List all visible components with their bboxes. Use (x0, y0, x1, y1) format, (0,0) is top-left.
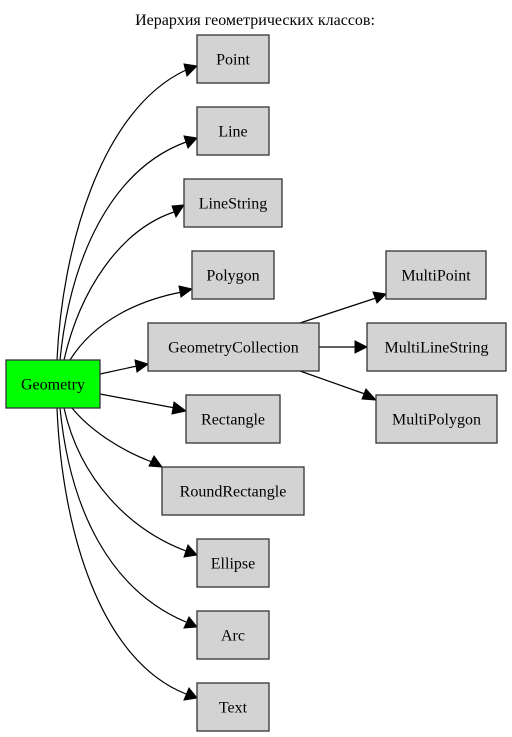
node-label: Text (219, 700, 248, 717)
node-label: Polygon (206, 268, 259, 285)
edges-layer (56, 63, 388, 701)
node-multilinestring[interactable]: MultiLineString (366, 322, 507, 372)
arrowhead-point (183, 63, 199, 77)
node-ellipse[interactable]: Ellipse (196, 538, 270, 588)
node-label: MultiPolygon (392, 412, 481, 429)
nodes-layer: Geometry Point Line LineString Polygon Geomet… (5, 34, 507, 732)
node-linestring[interactable]: LineString (183, 178, 283, 228)
node-label: Rectangle (201, 412, 265, 429)
node-geometry[interactable]: Geometry (5, 359, 101, 409)
arrowhead-multilinestring (354, 340, 369, 354)
node-label: RoundRectangle (180, 484, 287, 501)
node-label: Line (218, 124, 247, 141)
node-label: Geometry (21, 377, 85, 394)
node-rectangle[interactable]: Rectangle (185, 394, 281, 444)
node-geometrycollection[interactable]: GeometryCollection (147, 322, 320, 372)
node-label: Point (216, 52, 250, 69)
node-label: MultiLineString (385, 340, 489, 357)
node-arc[interactable]: Arc (196, 610, 270, 660)
node-point[interactable]: Point (196, 34, 270, 84)
node-roundrectangle[interactable]: RoundRectangle (161, 466, 305, 516)
node-multipolygon[interactable]: MultiPolygon (375, 394, 498, 444)
arrowhead-geometrycollection (134, 359, 150, 373)
node-label: Ellipse (211, 556, 255, 573)
node-label: Arc (221, 628, 245, 645)
edge-geometrycollection-to-multipolygon (299, 370, 366, 395)
node-label: MultiPoint (401, 268, 471, 285)
class-hierarchy-diagram: Иерархия геометрических классов: Geometr… (5, 12, 507, 732)
node-label: LineString (199, 196, 267, 213)
arrowhead-polygon (178, 285, 194, 298)
edge-geometry-to-roundrectangle (71, 407, 153, 463)
arrowhead-linestring (171, 204, 185, 219)
node-multipoint[interactable]: MultiPoint (385, 250, 487, 300)
arrowhead-multipolygon (361, 388, 378, 401)
edge-geometry-to-text (56, 407, 187, 695)
diagram-title: Иерархия геометрических классов: (135, 12, 375, 29)
arrowhead-rectangle (171, 401, 188, 415)
arrowhead-line (183, 135, 198, 149)
edge-geometrycollection-to-multipoint (299, 297, 377, 324)
node-text[interactable]: Text (196, 682, 270, 732)
node-line[interactable]: Line (196, 106, 270, 156)
arrowhead-arc (183, 616, 198, 629)
node-label: GeometryCollection (168, 340, 299, 357)
arrowhead-roundrectangle (148, 455, 164, 468)
arrowhead-multipoint (372, 291, 388, 304)
edge-geometry-to-rectangle (99, 393, 176, 409)
edge-geometry-to-geometrycollection (99, 365, 138, 375)
node-polygon[interactable]: Polygon (191, 250, 275, 300)
arrowhead-ellipse (183, 544, 198, 558)
